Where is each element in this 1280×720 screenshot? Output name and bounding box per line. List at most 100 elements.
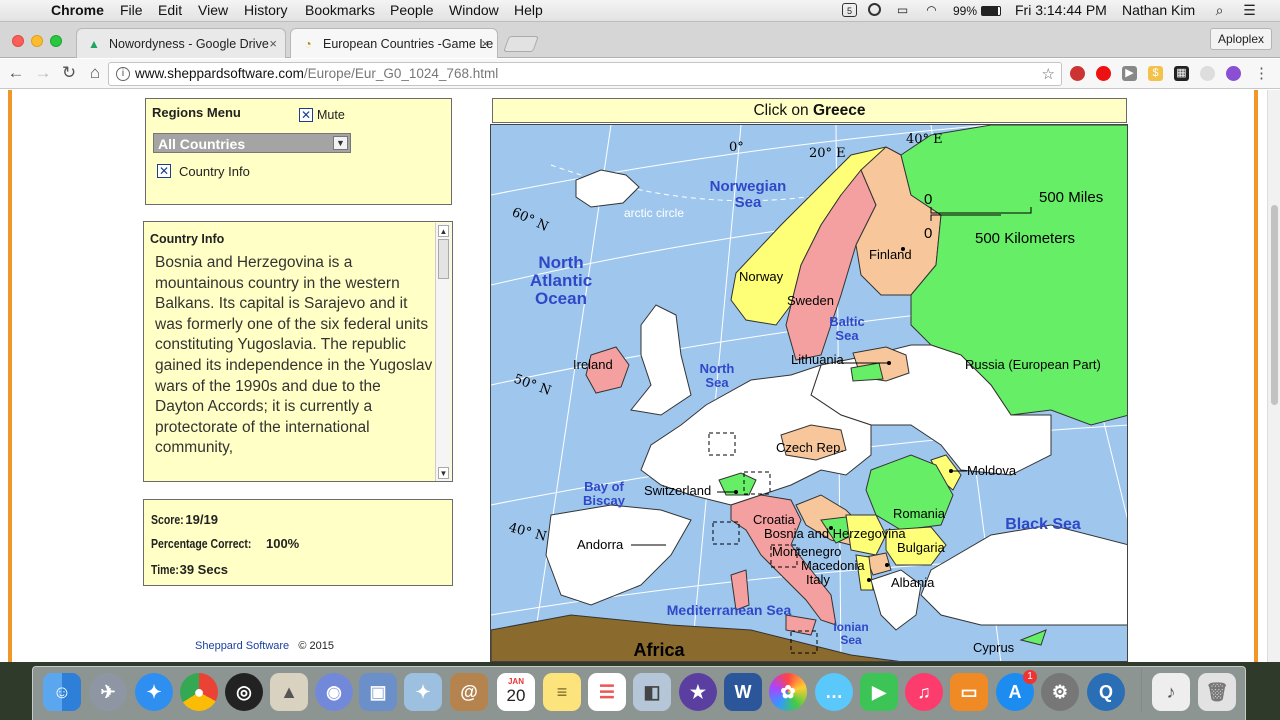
battery-icon[interactable] xyxy=(981,6,1001,16)
itunes-icon[interactable]: ♫ xyxy=(905,673,943,711)
close-tab-icon[interactable]: × xyxy=(481,36,489,51)
mute-checkbox[interactable]: ✕ xyxy=(299,108,313,122)
reminders-icon[interactable]: ☰ xyxy=(588,673,626,711)
scroll-thumb[interactable] xyxy=(438,239,449,279)
country-info-checkbox[interactable]: ✕ xyxy=(157,164,171,178)
video-extension-icon[interactable]: ▶ xyxy=(1122,66,1137,81)
scroll-down-icon[interactable]: ▼ xyxy=(438,467,449,479)
menu-help[interactable]: Help xyxy=(514,2,543,18)
game-prompt: Click on Greece xyxy=(492,98,1127,123)
trash-icon[interactable]: 🗑 xyxy=(1198,673,1236,711)
menu-history[interactable]: History xyxy=(244,2,288,18)
iberia-shape[interactable] xyxy=(545,504,692,606)
forward-icon[interactable]: → xyxy=(34,64,52,82)
red-extension-icon[interactable] xyxy=(1096,66,1111,81)
facetime-icon[interactable]: ▶ xyxy=(860,673,898,711)
turkey-shape[interactable] xyxy=(920,524,1128,626)
tab-google-drive[interactable]: ▲ Nowordyness - Google Drive × xyxy=(76,28,286,58)
lithuania-label: Lithuania xyxy=(791,352,845,367)
preview-icon[interactable]: ▲ xyxy=(270,673,308,711)
menu-bookmarks[interactable]: Bookmarks xyxy=(305,2,375,18)
page-scrollbar[interactable] xyxy=(1267,90,1280,662)
notification-center-icon[interactable]: ☰ xyxy=(1242,3,1257,17)
home-icon[interactable]: ⌂ xyxy=(86,64,104,82)
baltic-sea-label-2: Sea xyxy=(835,328,859,343)
purple-extension-icon[interactable] xyxy=(1226,66,1241,81)
record-icon[interactable] xyxy=(868,3,881,16)
back-icon[interactable]: ← xyxy=(7,64,25,82)
notes-icon[interactable]: ≡ xyxy=(543,673,581,711)
menu-view[interactable]: View xyxy=(198,2,228,18)
tab-european-countries[interactable]: ◔ European Countries -Game Le × xyxy=(290,28,498,58)
profile-button[interactable]: Aploplex xyxy=(1209,28,1272,50)
dollar-extension-icon[interactable]: $ xyxy=(1148,66,1163,81)
airplay-icon[interactable]: ▭ xyxy=(895,3,910,17)
site-info-icon[interactable]: i xyxy=(116,67,130,81)
cyprus-shape[interactable] xyxy=(1019,629,1047,646)
menu-edit[interactable]: Edit xyxy=(158,2,182,18)
messages-icon[interactable]: … xyxy=(815,673,853,711)
spotlight-icon[interactable]: ⌕ xyxy=(1212,3,1227,17)
system-preferences-icon[interactable]: ⚙ xyxy=(1041,673,1079,711)
chevron-down-icon[interactable]: ▼ xyxy=(333,136,348,150)
new-tab-button[interactable] xyxy=(503,36,539,52)
ibooks-icon[interactable]: ▭ xyxy=(950,673,988,711)
address-bar[interactable]: i www.sheppardsoftware.com/Europe/Eur_G0… xyxy=(108,62,1062,86)
wifi-icon[interactable]: ◠ xyxy=(924,3,939,17)
sheppard-software-icon: ◔ xyxy=(304,37,312,51)
microstate-box[interactable] xyxy=(712,521,740,545)
flag-extension-icon[interactable] xyxy=(1070,66,1085,81)
menu-window[interactable]: Window xyxy=(449,2,499,18)
calendar-icon[interactable]: JAN 20 xyxy=(497,673,535,711)
contacts-icon[interactable]: @ xyxy=(450,673,488,711)
shield-icon[interactable]: 5 xyxy=(842,3,857,17)
regions-select[interactable]: All Countries ▼ xyxy=(153,133,351,153)
map-canvas[interactable]: Norwegian Sea North Atlantic Ocean Balti… xyxy=(491,125,1128,662)
launchpad-icon[interactable]: ✈ xyxy=(89,673,127,711)
photo-icon[interactable]: ✦ xyxy=(404,673,442,711)
scroll-up-icon[interactable]: ▲ xyxy=(438,225,449,237)
itunes-file-icon[interactable]: ♪ xyxy=(1152,673,1190,711)
chrome-menu-icon[interactable]: ⋮ xyxy=(1254,66,1269,81)
imovie-icon[interactable]: ★ xyxy=(679,673,717,711)
baltic-sea-label-1: Baltic xyxy=(829,314,864,329)
safari-icon[interactable]: ✦ xyxy=(135,673,173,711)
close-window-button[interactable] xyxy=(12,35,24,47)
virtualbox-icon[interactable]: ▣ xyxy=(359,673,397,711)
close-tab-icon[interactable]: × xyxy=(269,36,277,51)
bookmark-star-icon[interactable]: ☆ xyxy=(1042,65,1055,83)
quicktime-icon[interactable]: Q xyxy=(1087,673,1125,711)
tab-strip: ▲ Nowordyness - Google Drive × ◔ Europea… xyxy=(0,22,1280,58)
zoom-window-button[interactable] xyxy=(50,35,62,47)
north-atlantic-label-2: Atlantic xyxy=(530,271,592,290)
sheppard-software-link[interactable]: Sheppard Software xyxy=(195,640,289,652)
menu-file[interactable]: File xyxy=(120,2,143,18)
europe-map[interactable]: Norwegian Sea North Atlantic Ocean Balti… xyxy=(490,124,1128,662)
apps-grid-icon[interactable]: ▦ xyxy=(1174,66,1189,81)
iceland-shape[interactable] xyxy=(575,169,640,208)
africa-label: Africa xyxy=(633,640,685,660)
chrome-icon[interactable]: ● xyxy=(180,673,218,711)
great-britain-shape[interactable] xyxy=(630,304,692,416)
norwegian-sea-label-2: Sea xyxy=(735,194,762,211)
photos-icon[interactable]: ✿ xyxy=(769,673,807,711)
discord-icon[interactable]: ◉ xyxy=(315,673,353,711)
regions-menu-title: Regions Menu xyxy=(152,105,241,120)
country-info-scrollbar[interactable]: ▲ ▼ xyxy=(435,223,451,481)
finder-icon[interactable]: ☺ xyxy=(43,673,81,711)
orange-border-right xyxy=(1254,90,1258,662)
photo-booth-icon[interactable]: ◧ xyxy=(633,673,671,711)
app-menu[interactable]: Chrome xyxy=(51,2,104,18)
minimize-window-button[interactable] xyxy=(31,35,43,47)
blank-extension-icon[interactable] xyxy=(1200,66,1215,81)
clock[interactable]: Fri 3:14:44 PM xyxy=(1015,2,1107,18)
page-scroll-thumb[interactable] xyxy=(1271,205,1278,405)
user-name[interactable]: Nathan Kim xyxy=(1122,2,1195,18)
obs-icon[interactable]: ◎ xyxy=(225,673,263,711)
word-icon[interactable]: W xyxy=(724,673,762,711)
apple-icon[interactable] xyxy=(18,2,33,16)
menu-people[interactable]: People xyxy=(390,2,434,18)
reload-icon[interactable]: ↻ xyxy=(60,64,78,82)
moldova-label: Moldova xyxy=(967,463,1017,478)
macedonia-label: Macedonia xyxy=(801,558,865,573)
